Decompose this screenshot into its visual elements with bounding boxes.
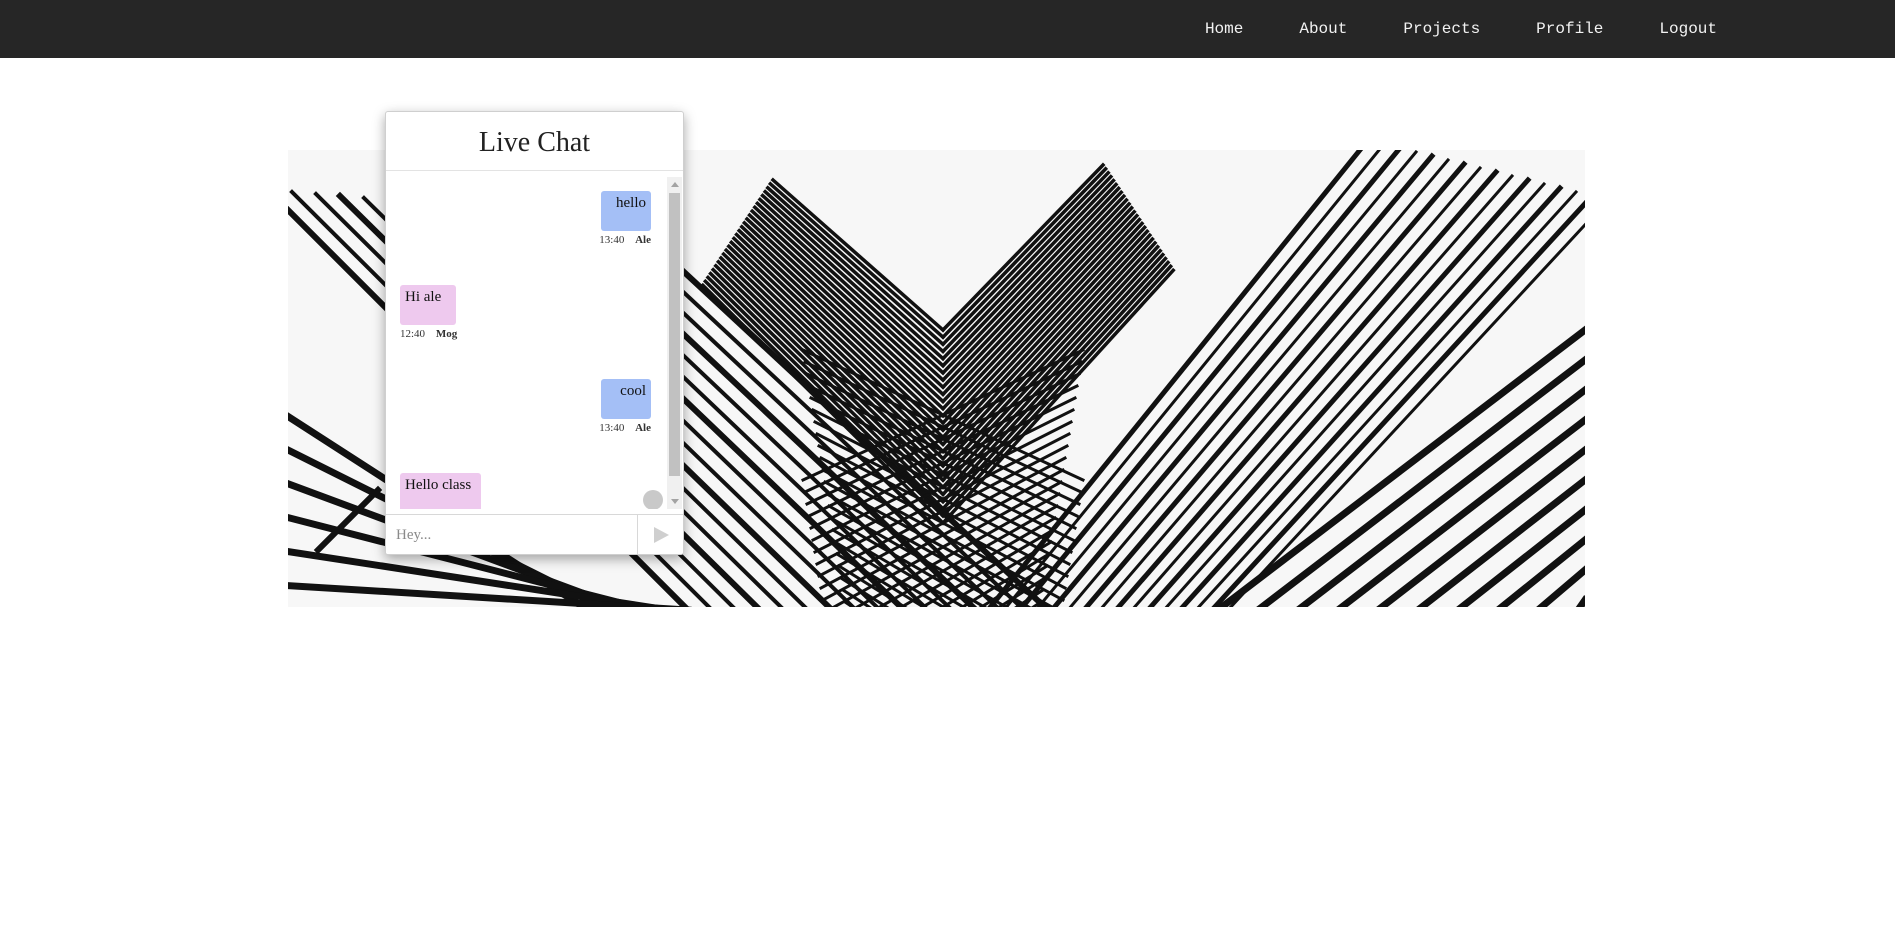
chat-message: Hello class [400,473,481,509]
chat-title: Live Chat [386,112,683,171]
typing-indicator-icon [643,490,663,509]
top-navbar: Home About Projects Profile Logout [0,0,1895,58]
chat-message: hello 13:40 Ale [599,191,651,246]
chat-messages[interactable]: hello 13:40 Ale Hi ale 12:40 Mog cool 13… [386,177,668,509]
chat-message: cool 13:40 Ale [599,379,651,434]
nav-links: Home About Projects Profile Logout [1177,0,1745,58]
chat-message-input[interactable] [386,515,638,554]
chat-message: Hi ale 12:40 Mog [400,285,457,340]
message-author: Ale [635,234,651,246]
message-bubble: cool [601,379,651,419]
send-button[interactable] [639,515,683,554]
nav-projects-link[interactable]: Projects [1375,20,1508,38]
message-bubble: Hello class [400,473,481,509]
nav-about-link[interactable]: About [1271,20,1375,38]
chat-input-row [386,514,683,554]
message-author: Ale [635,422,651,434]
nav-home-link[interactable]: Home [1177,20,1271,38]
message-meta: 12:40 Mog [400,328,457,340]
message-bubble: Hi ale [400,285,456,325]
send-triangle-icon [653,527,669,543]
message-time: 13:40 [599,234,625,246]
scroll-thumb[interactable] [669,193,680,476]
message-meta: 13:40 Ale [599,234,651,246]
scroll-down-icon[interactable] [671,499,679,504]
message-meta: 13:40 Ale [599,422,651,434]
nav-logout-link[interactable]: Logout [1631,20,1745,38]
message-bubble: hello [601,191,651,231]
message-author: Mog [435,328,458,340]
chat-scrollbar[interactable] [667,177,682,509]
nav-profile-link[interactable]: Profile [1508,20,1631,38]
message-time: 12:40 [400,328,426,340]
live-chat-panel: Live Chat hello 13:40 Ale Hi ale 12:40 M… [385,111,684,555]
scroll-up-icon[interactable] [671,182,679,187]
message-time: 13:40 [599,422,625,434]
